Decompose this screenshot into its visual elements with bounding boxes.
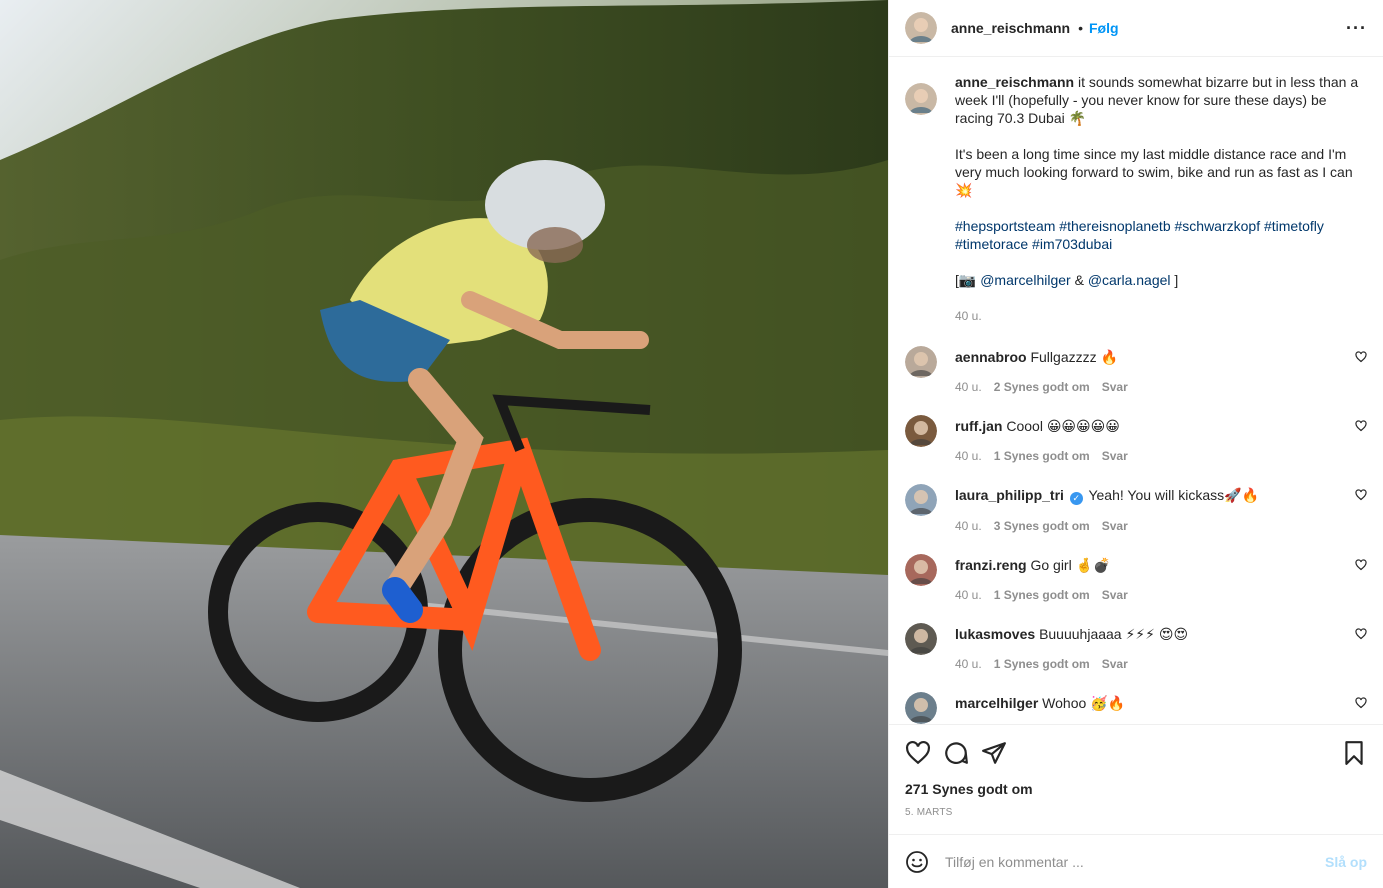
comment-item: marcelhilger Wohoo 🥳🔥 bbox=[905, 692, 1367, 724]
commenter-avatar[interactable] bbox=[905, 623, 937, 655]
comment-line: marcelhilger Wohoo 🥳🔥 bbox=[955, 692, 1335, 712]
comment-meta: 40 u. 1 Synes godt om Svar bbox=[955, 588, 1335, 602]
reply-button[interactable]: Svar bbox=[1102, 588, 1128, 602]
caption-username[interactable]: anne_reischmann bbox=[955, 74, 1074, 90]
reply-button[interactable]: Svar bbox=[1102, 657, 1128, 671]
hashtag[interactable]: #thereisnoplanetb bbox=[1059, 218, 1170, 234]
commenter-username[interactable]: ruff.jan bbox=[955, 418, 1002, 434]
author-username[interactable]: anne_reischmann bbox=[951, 20, 1070, 36]
comment-meta: 40 u. 1 Synes godt om Svar bbox=[955, 449, 1335, 463]
comment-item: ruff.jan Coool 😀😀😀😀😀 40 u. 1 Synes godt om… bbox=[905, 415, 1367, 463]
hashtag[interactable]: #timetofly bbox=[1264, 218, 1324, 234]
credit-amp: & bbox=[1074, 272, 1084, 288]
post-date: 5. MARTS bbox=[905, 807, 953, 818]
commenter-username[interactable]: marcelhilger bbox=[955, 695, 1038, 711]
caption: anne_reischmann it sounds somewhat bizar… bbox=[905, 73, 1367, 325]
caption-para-2: It's been a long time since my last midd… bbox=[955, 146, 1353, 198]
post-comment-button[interactable]: Slå op bbox=[1325, 854, 1367, 870]
comment-meta: 40 u. 2 Synes godt om Svar bbox=[955, 380, 1335, 394]
comment-meta: 40 u. 1 Synes godt om Svar bbox=[955, 657, 1335, 671]
reply-button[interactable]: Svar bbox=[1102, 519, 1128, 533]
hashtag[interactable]: #im703dubai bbox=[1032, 236, 1112, 252]
comment-line: lukasmoves Buuuuhjaaaa ⚡⚡⚡ 😍😍 bbox=[955, 623, 1335, 643]
mention-link[interactable]: @carla.nagel bbox=[1088, 272, 1171, 288]
commenter-username[interactable]: laura_philipp_tri bbox=[955, 487, 1064, 503]
commenter-avatar[interactable] bbox=[905, 346, 937, 378]
comment-likes[interactable]: 3 Synes godt om bbox=[994, 519, 1090, 533]
post-header: anne_reischmann • Følg ··· bbox=[889, 0, 1383, 57]
mention-link[interactable]: @marcelhilger bbox=[980, 272, 1070, 288]
likes-count[interactable]: 271 Synes godt om bbox=[905, 781, 1367, 797]
caption-hashtags: #hepsportsteam #thereisnoplanetb #schwar… bbox=[955, 217, 1365, 253]
commenter-username[interactable]: aennabroo bbox=[955, 349, 1027, 365]
comment-like-heart-icon[interactable] bbox=[1355, 696, 1367, 709]
commenter-avatar[interactable] bbox=[905, 554, 937, 586]
post-actions: 271 Synes godt om 5. MARTS bbox=[889, 724, 1383, 834]
comment-likes[interactable]: 1 Synes godt om bbox=[994, 588, 1090, 602]
caption-avatar[interactable] bbox=[905, 83, 937, 115]
heart-icon[interactable] bbox=[905, 740, 931, 766]
caption-text: anne_reischmann it sounds somewhat bizar… bbox=[955, 73, 1365, 325]
hashtag[interactable]: #timetorace bbox=[955, 236, 1028, 252]
comment-time[interactable]: 40 u. bbox=[955, 519, 982, 533]
more-options-icon[interactable]: ··· bbox=[1346, 18, 1367, 39]
comment-time[interactable]: 40 u. bbox=[955, 657, 982, 671]
credit-close: ] bbox=[1174, 272, 1179, 288]
comment-like-heart-icon[interactable] bbox=[1355, 627, 1367, 640]
hashtag[interactable]: #hepsportsteam bbox=[955, 218, 1055, 234]
comment-time[interactable]: 40 u. bbox=[955, 449, 982, 463]
commenter-avatar[interactable] bbox=[905, 692, 937, 724]
post-side-panel: anne_reischmann • Følg ··· anne_reischma… bbox=[888, 0, 1383, 888]
comment-text: Go girl 🤞💣 bbox=[1030, 557, 1111, 573]
reply-button[interactable]: Svar bbox=[1102, 380, 1128, 394]
comment-like-heart-icon[interactable] bbox=[1355, 419, 1367, 432]
comment-meta: 40 u. 3 Synes godt om Svar bbox=[955, 519, 1335, 533]
reply-button[interactable]: Svar bbox=[1102, 449, 1128, 463]
comment-like-heart-icon[interactable] bbox=[1355, 488, 1367, 501]
emoji-icon[interactable] bbox=[905, 850, 929, 874]
share-icon[interactable] bbox=[981, 740, 1007, 766]
credit-open: [📷 bbox=[955, 272, 977, 288]
comment-likes[interactable]: 1 Synes godt om bbox=[994, 449, 1090, 463]
cyclist-photo-illustration bbox=[0, 0, 888, 888]
separator-dot: • bbox=[1078, 20, 1083, 36]
photo-credit: [📷 @marcelhilger & @carla.nagel ] bbox=[955, 271, 1365, 289]
post-photo[interactable] bbox=[0, 0, 888, 888]
comment-likes[interactable]: 1 Synes godt om bbox=[994, 657, 1090, 671]
comment-item: aennabroo Fullgazzzz 🔥 40 u. 2 Synes godt … bbox=[905, 346, 1367, 394]
comment-icon[interactable] bbox=[943, 740, 969, 766]
add-comment-bar: Slå op bbox=[889, 834, 1383, 888]
comment-text: Wohoo 🥳🔥 bbox=[1042, 695, 1126, 711]
comment-likes[interactable]: 2 Synes godt om bbox=[994, 380, 1090, 394]
author-avatar[interactable] bbox=[905, 12, 937, 44]
verified-badge-icon: ✓ bbox=[1069, 492, 1083, 505]
comment-text: Yeah! You will kickass🚀🔥 bbox=[1088, 487, 1259, 503]
comment-like-heart-icon[interactable] bbox=[1355, 558, 1367, 571]
comment-input[interactable] bbox=[945, 853, 1325, 870]
comment-item: lukasmoves Buuuuhjaaaa ⚡⚡⚡ 😍😍 40 u. 1 Syne… bbox=[905, 623, 1367, 671]
commenter-username[interactable]: franzi.reng bbox=[955, 557, 1027, 573]
comment-like-heart-icon[interactable] bbox=[1355, 350, 1367, 363]
comment-text: Fullgazzzz 🔥 bbox=[1030, 349, 1118, 365]
hashtag[interactable]: #schwarzkopf bbox=[1175, 218, 1261, 234]
commenter-avatar[interactable] bbox=[905, 484, 937, 516]
follow-button[interactable]: Følg bbox=[1089, 20, 1119, 36]
comment-text: Buuuuhjaaaa ⚡⚡⚡ 😍😍 bbox=[1039, 626, 1189, 642]
commenter-username[interactable]: lukasmoves bbox=[955, 626, 1035, 642]
comment-line: laura_philipp_tri ✓ Yeah! You will kicka… bbox=[955, 484, 1335, 505]
comment-line: aennabroo Fullgazzzz 🔥 bbox=[955, 346, 1335, 366]
commenter-avatar[interactable] bbox=[905, 415, 937, 447]
caption-time[interactable]: 40 u. bbox=[955, 307, 1365, 325]
comment-item: franzi.reng Go girl 🤞💣 40 u. 1 Synes godt … bbox=[905, 554, 1367, 602]
comment-item: laura_philipp_tri ✓ Yeah! You will kicka… bbox=[905, 484, 1367, 533]
comments-scroll-area[interactable]: anne_reischmann it sounds somewhat bizar… bbox=[889, 57, 1383, 724]
comment-text: Coool 😀😀😀😀😀 bbox=[1006, 418, 1120, 434]
bookmark-icon[interactable] bbox=[1341, 740, 1367, 766]
comment-list: aennabroo Fullgazzzz 🔥 40 u. 2 Synes godt … bbox=[905, 346, 1367, 724]
comment-time[interactable]: 40 u. bbox=[955, 588, 982, 602]
comment-line: ruff.jan Coool 😀😀😀😀😀 bbox=[955, 415, 1335, 435]
comment-time[interactable]: 40 u. bbox=[955, 380, 982, 394]
comment-line: franzi.reng Go girl 🤞💣 bbox=[955, 554, 1335, 574]
